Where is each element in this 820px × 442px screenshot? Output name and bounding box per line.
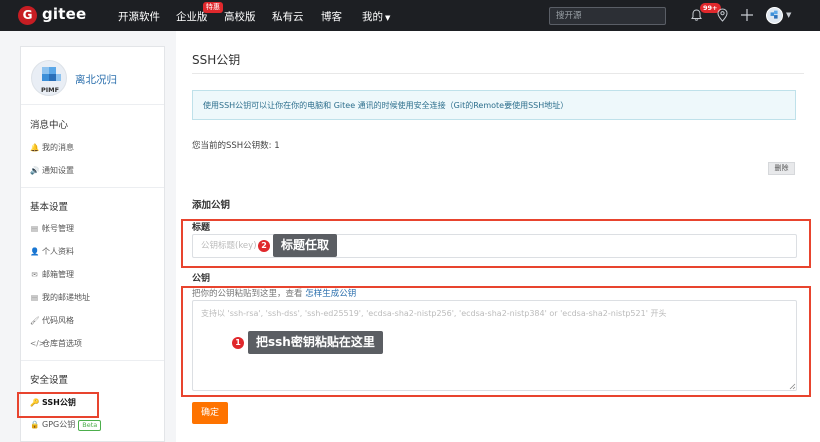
- chevron-down-icon: ▼: [385, 14, 391, 22]
- nav-open-source[interactable]: 开源软件: [118, 9, 160, 24]
- avatar[interactable]: PIMF: [31, 60, 67, 96]
- plus-icon[interactable]: [741, 8, 753, 22]
- sidebar-item-label: 仓库首选项: [42, 339, 82, 348]
- id-card-icon: ▤: [30, 224, 39, 233]
- logo-text[interactable]: gitee: [42, 5, 86, 23]
- divider: [192, 73, 804, 74]
- divider: [21, 187, 164, 188]
- id-card-icon: ▤: [30, 293, 39, 302]
- envelope-icon: ✉: [31, 270, 38, 279]
- beta-badge: Beta: [78, 420, 102, 431]
- sidebar-item-notification-settings[interactable]: 🔊 通知设置: [30, 165, 74, 176]
- sidebar-item-repo-preferences[interactable]: </>仓库首选项: [30, 338, 82, 349]
- profile-card: PIMF 离北况归: [21, 47, 164, 105]
- sidebar-item-label: 通知设置: [42, 166, 74, 175]
- username-link[interactable]: 离北况归: [75, 72, 117, 87]
- sidebar-item-label: 帐号管理: [42, 224, 74, 233]
- sidebar-item-label: 个人资料: [42, 247, 74, 256]
- divider: [21, 360, 164, 361]
- confirm-button[interactable]: 确定: [192, 402, 228, 424]
- location-icon[interactable]: [717, 8, 728, 22]
- brush-icon: 🖌: [30, 316, 40, 325]
- top-nav: G gitee 开源软件 企业版 特惠 高校版 私有云 博客 我的 ▼ 搜开源 9…: [0, 0, 820, 31]
- code-icon: </>: [30, 339, 46, 348]
- nav-private-cloud[interactable]: 私有云: [272, 9, 304, 24]
- sidebar-item-my-messages[interactable]: 🔔 我的消息: [30, 142, 74, 153]
- gitee-logo-icon[interactable]: G: [18, 6, 37, 25]
- sidebar-item-label: 邮箱管理: [42, 270, 74, 279]
- speaker-icon: 🔊: [30, 166, 40, 175]
- sidebar-item-label: 我的邮递地址: [42, 293, 90, 302]
- annotation-step-2: 2: [258, 240, 270, 252]
- avatar[interactable]: [766, 7, 783, 24]
- sidebar: PIMF 离北况归 消息中心 🔔 我的消息 🔊 通知设置 基本设置 ▤ 帐号管理 👤 个…: [20, 46, 165, 442]
- section-basic-settings: 基本设置: [30, 202, 69, 213]
- add-key-heading: 添加公钥: [192, 200, 231, 211]
- section-security-settings: 安全设置: [30, 375, 69, 386]
- nav-mine-label: 我的: [362, 11, 383, 23]
- nav-mine[interactable]: 我的 ▼: [362, 9, 390, 24]
- sidebar-item-account[interactable]: ▤ 帐号管理: [30, 223, 74, 234]
- section-message-center: 消息中心: [30, 120, 69, 131]
- annotation-ssh-nav-box: [17, 392, 99, 418]
- hot-badge: 特惠: [203, 2, 223, 13]
- sidebar-item-label: 代码风格: [42, 316, 74, 325]
- sidebar-item-profile[interactable]: 👤 个人资料: [30, 246, 74, 257]
- avatar-text: PIMF: [41, 86, 59, 94]
- nav-blog[interactable]: 博客: [321, 9, 342, 24]
- delete-button[interactable]: 删除: [768, 162, 795, 175]
- page-title: SSH公钥: [192, 53, 241, 67]
- annotation-step-1: 1: [232, 337, 244, 349]
- annotation-callout-title: 标题任取: [273, 234, 338, 257]
- key-label: 公钥: [192, 274, 211, 284]
- annotation-callout-key: 把ssh密钥粘贴在这里: [248, 331, 383, 354]
- sidebar-item-postal-address[interactable]: ▤ 我的邮递地址: [30, 292, 90, 303]
- sidebar-item-label: GPG公钥: [42, 420, 76, 429]
- bell-icon: 🔔: [30, 143, 40, 152]
- ssh-key-count: 您当前的SSH公钥数: 1: [192, 141, 280, 151]
- sidebar-item-email[interactable]: ✉ 邮箱管理: [30, 269, 74, 280]
- chevron-down-icon[interactable]: ▼: [786, 11, 791, 19]
- user-icon: 👤: [30, 247, 40, 256]
- sidebar-item-label: 我的消息: [42, 143, 74, 152]
- search-input[interactable]: 搜开源: [549, 7, 666, 25]
- nav-education[interactable]: 高校版: [224, 9, 256, 24]
- lock-icon: 🔒: [30, 420, 40, 429]
- sidebar-item-gpg-keys[interactable]: 🔒 GPG公钥 Beta: [30, 419, 102, 431]
- info-message: 使用SSH公钥可以让你在你的电脑和 Gitee 通讯的时候使用安全连接（Git的…: [192, 90, 796, 120]
- sidebar-item-code-style[interactable]: 🖌 代码风格: [30, 315, 74, 326]
